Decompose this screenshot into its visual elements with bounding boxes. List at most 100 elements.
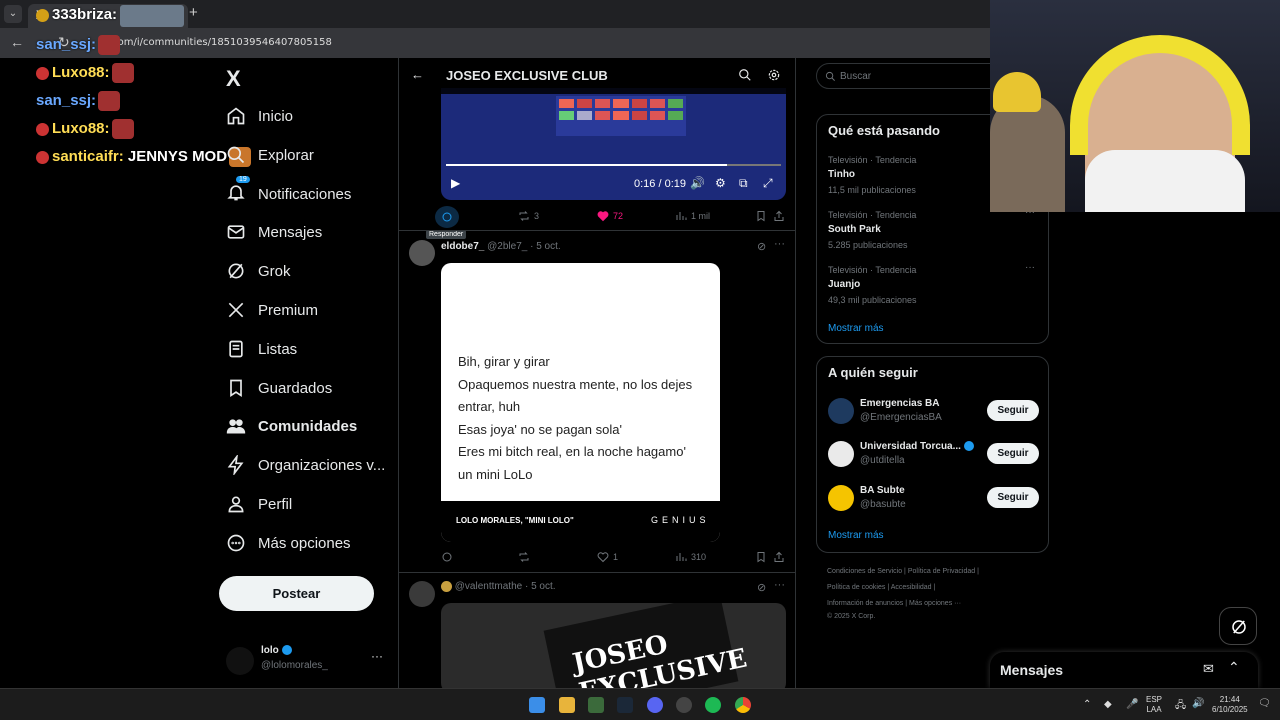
nav-item-organizaciones[interactable]: Organizaciones v... (226, 450, 385, 480)
follow-suggestion[interactable]: Universidad Torcua... @utditella Seguir (817, 438, 1050, 472)
back-arrow-icon[interactable]: ← (10, 34, 24, 50)
x-logo-icon[interactable]: X (226, 66, 241, 92)
reply-button[interactable] (435, 206, 459, 228)
more-dots-icon[interactable]: ··· (371, 649, 383, 663)
show-more-follow-link[interactable]: Mostrar más (828, 530, 884, 541)
nav-item-premium[interactable]: Premium (226, 295, 318, 325)
avatar[interactable] (409, 240, 435, 266)
nav-item-guardados[interactable]: Guardados (226, 373, 332, 403)
like-button[interactable]: 1 (597, 551, 618, 563)
chat-emote-icon (98, 35, 121, 55)
nav-item-inicio[interactable]: Inicio (226, 101, 293, 131)
post-button[interactable]: Postear (219, 576, 374, 611)
fullscreen-icon[interactable]: ⤢ (763, 176, 773, 191)
bookmark-button[interactable] (755, 551, 771, 563)
tweet-date[interactable]: · 5 oct. (525, 581, 556, 592)
chrome-icon[interactable] (735, 697, 751, 713)
network-icon[interactable]: 🖧 (1175, 698, 1186, 715)
url-field[interactable]: x.com/i/communities/1851039546407805158 (103, 37, 332, 48)
microphone-icon[interactable]: 🎤 (1126, 699, 1138, 710)
footer-link[interactable]: Accesibilidad (891, 584, 932, 591)
new-tab-button[interactable]: + (189, 4, 198, 21)
trend-item[interactable]: Televisión · Tendencia Juanjo 49,3 mil p… (828, 265, 917, 305)
reply-button[interactable] (441, 551, 457, 563)
follow-button[interactable]: Seguir (987, 443, 1039, 464)
share-button[interactable] (773, 551, 789, 563)
file-explorer-icon[interactable] (559, 697, 575, 713)
nav-item-comunidades[interactable]: Comunidades (226, 411, 357, 441)
follow-button[interactable]: Seguir (987, 487, 1039, 508)
genius-lyrics-card[interactable]: Bih, girar y girar Opaquemos nuestra men… (441, 263, 720, 542)
footer-link[interactable]: Condiciones de Servicio (827, 568, 902, 575)
notifications-icon[interactable]: 🗨 (1258, 698, 1271, 709)
follow-suggestion[interactable]: BA Subte @basubte Seguir (817, 482, 1050, 516)
chevron-up-icon[interactable]: ⌃ (1083, 699, 1091, 710)
lyrics-card-footer: LOLO MORALES, "MINI LOLO" GENIUS (441, 501, 720, 542)
app-icon[interactable] (588, 697, 604, 713)
nav-item-notificaciones[interactable]: 19 Notificaciones (226, 176, 351, 209)
spotify-icon[interactable] (705, 697, 721, 713)
follow-suggestion[interactable]: Emergencias BA @EmergenciasBA Seguir (817, 395, 1050, 429)
nav-item-grok[interactable]: Grok (226, 256, 291, 286)
trend-item[interactable]: Televisión · Tendencia South Park 5.285 … (828, 210, 916, 250)
footer-link[interactable]: Política de Privacidad (908, 568, 975, 575)
tweet-author-handle[interactable]: @valenttmathe (455, 581, 522, 592)
avatar[interactable] (409, 581, 435, 607)
footer-link[interactable]: Política de cookies (827, 584, 885, 591)
views-button[interactable]: 1 mil (675, 210, 710, 222)
play-icon[interactable]: ▶ (451, 176, 460, 190)
messages-dock[interactable]: Mensajes ✉ ⌃ (990, 652, 1258, 688)
steam-icon[interactable] (617, 697, 633, 713)
nav-item-mas-opciones[interactable]: Más opciones (226, 528, 351, 558)
share-button[interactable] (773, 210, 789, 222)
video-progress-track[interactable] (446, 164, 781, 166)
more-dots-icon[interactable]: ··· (774, 238, 785, 250)
windows-start-icon[interactable] (529, 697, 545, 713)
nav-label: Inicio (258, 107, 294, 125)
clock[interactable]: 21:44 6/10/2025 (1212, 695, 1248, 715)
tweet-video[interactable]: ▶ 0:16 / 0:19 🔊 ⚙ ⧉ ⤢ (441, 88, 786, 200)
tweet-date[interactable]: · 5 oct. (530, 241, 561, 252)
views-button[interactable]: 310 (675, 551, 706, 563)
trend-item[interactable]: Televisión · Tendencia Tinho 11,5 mil pu… (828, 155, 916, 195)
nav-label: Más opciones (258, 534, 351, 552)
nav-item-mensajes[interactable]: Mensajes (226, 217, 322, 247)
grok-floating-button[interactable] (1219, 607, 1257, 645)
grok-icon[interactable]: ⊘ (757, 581, 766, 594)
tweet-author-handle[interactable]: @2ble7_ (487, 241, 527, 252)
nav-item-listas[interactable]: Listas (226, 334, 297, 364)
language-indicator[interactable]: ESP LAA (1146, 695, 1162, 715)
volume-icon[interactable]: 🔊 (1192, 698, 1204, 709)
nav-item-explorar[interactable]: Explorar (226, 140, 314, 170)
footer-link[interactable]: Más opciones ··· (909, 600, 961, 607)
song-caption: LOLO MORALES, "MINI LOLO" (456, 516, 574, 525)
footer-link[interactable]: Información de anuncios (827, 600, 903, 607)
chat-username: santicaifr (52, 147, 119, 165)
volume-icon[interactable]: 🔊 (690, 176, 705, 190)
tab-search-button[interactable]: ⌄ (4, 5, 22, 23)
show-more-trends-link[interactable]: Mostrar más (828, 323, 884, 334)
settings-icon[interactable]: ⚙ (715, 176, 726, 190)
retweet-button[interactable]: 3 (518, 210, 539, 222)
gear-icon[interactable] (767, 68, 781, 82)
nav-item-perfil[interactable]: Perfil (226, 489, 292, 519)
more-dots-icon[interactable]: ··· (1025, 262, 1035, 273)
bookmark-button[interactable] (755, 210, 771, 222)
discord-icon[interactable] (647, 697, 663, 713)
search-icon[interactable] (738, 68, 752, 82)
retweet-button[interactable] (518, 551, 534, 563)
account-switcher[interactable]: lolo @lolomorales_ ··· (226, 643, 386, 683)
obs-icon[interactable] (676, 697, 692, 713)
tweet-image[interactable]: JOSEO EXCLUSIVE (441, 603, 786, 688)
follow-button[interactable]: Seguir (987, 400, 1039, 421)
tweet-author-name[interactable]: eldobe7_ (441, 241, 484, 252)
compose-message-icon[interactable]: ✉ (1203, 661, 1214, 677)
avatar (828, 398, 854, 424)
back-arrow-icon[interactable]: ← (411, 67, 424, 82)
tray-app-icon[interactable]: ◆ (1104, 699, 1112, 710)
more-dots-icon[interactable]: ··· (774, 579, 785, 591)
grok-icon[interactable]: ⊘ (757, 240, 766, 253)
pip-icon[interactable]: ⧉ (739, 176, 748, 191)
like-button[interactable]: 72 (597, 210, 623, 222)
expand-up-icon[interactable]: ⌃ (1228, 659, 1240, 676)
